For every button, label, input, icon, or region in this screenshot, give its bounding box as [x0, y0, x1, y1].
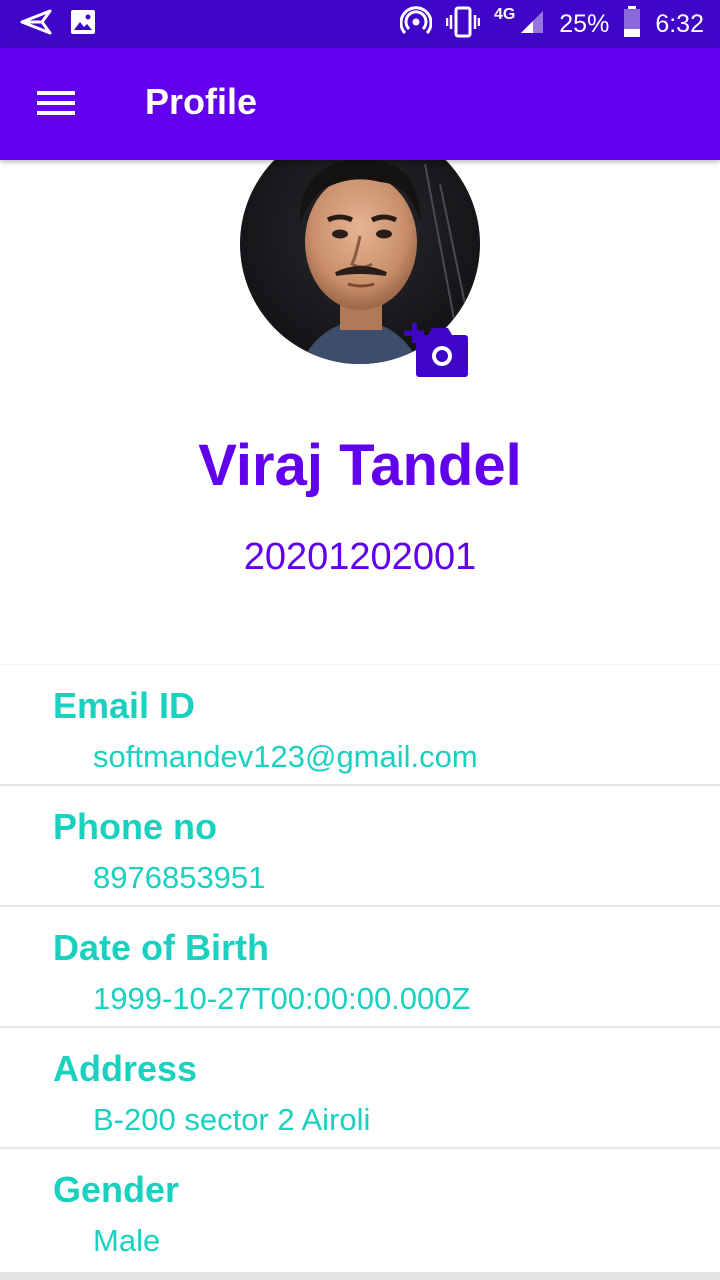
battery-icon: [623, 5, 641, 43]
profile-id: 20201202001: [243, 536, 477, 578]
detail-row-phone: Phone no 8976853951: [0, 786, 720, 907]
detail-value: softmandev123@gmail.com: [93, 739, 478, 774]
app-bar: Profile: [0, 48, 720, 160]
status-bar-right: 4G 25% 6:32: [386, 0, 704, 48]
detail-row-gender: Gender Male: [0, 1149, 720, 1258]
detail-label: Email ID: [53, 685, 196, 726]
image-icon: [70, 9, 96, 40]
detail-value: 1999-10-27T00:00:00.000Z: [93, 981, 471, 1016]
detail-label: Date of Birth: [53, 927, 269, 968]
detail-label: Phone no: [53, 806, 217, 847]
change-photo-button[interactable]: [402, 319, 470, 379]
hamburger-menu-icon: [36, 89, 76, 122]
detail-row-dob: Date of Birth 1999-10-27T00:00:00.000Z: [0, 907, 720, 1028]
detail-value: 8976853951: [93, 860, 266, 895]
vibrate-icon: [445, 6, 481, 43]
status-bar: 4G 25% 6:32: [0, 0, 720, 48]
page-title: Profile: [145, 81, 258, 122]
detail-value: Male: [93, 1223, 161, 1258]
hotspot-icon: [399, 5, 433, 43]
send-icon: [20, 9, 52, 40]
network-type: 4G: [493, 6, 516, 23]
add-a-photo-icon: [402, 323, 470, 383]
signal-icon: [519, 9, 545, 40]
status-bar-left: [20, 0, 96, 48]
bottom-divider: [0, 1272, 720, 1280]
menu-button[interactable]: [26, 78, 86, 132]
detail-row-address: Address B-200 sector 2 Airoli: [0, 1028, 720, 1149]
detail-label: Address: [53, 1048, 198, 1089]
clock: 6:32: [655, 9, 704, 38]
detail-value: B-200 sector 2 Airoli: [93, 1102, 371, 1137]
profile-name: Viraj Tandel: [198, 433, 522, 498]
detail-label: Gender: [53, 1169, 180, 1210]
detail-row-email: Email ID softmandev123@gmail.com: [0, 665, 720, 786]
battery-percent: 25%: [559, 9, 610, 38]
profile-details-list: Email ID softmandev123@gmail.com Phone n…: [0, 664, 720, 1258]
